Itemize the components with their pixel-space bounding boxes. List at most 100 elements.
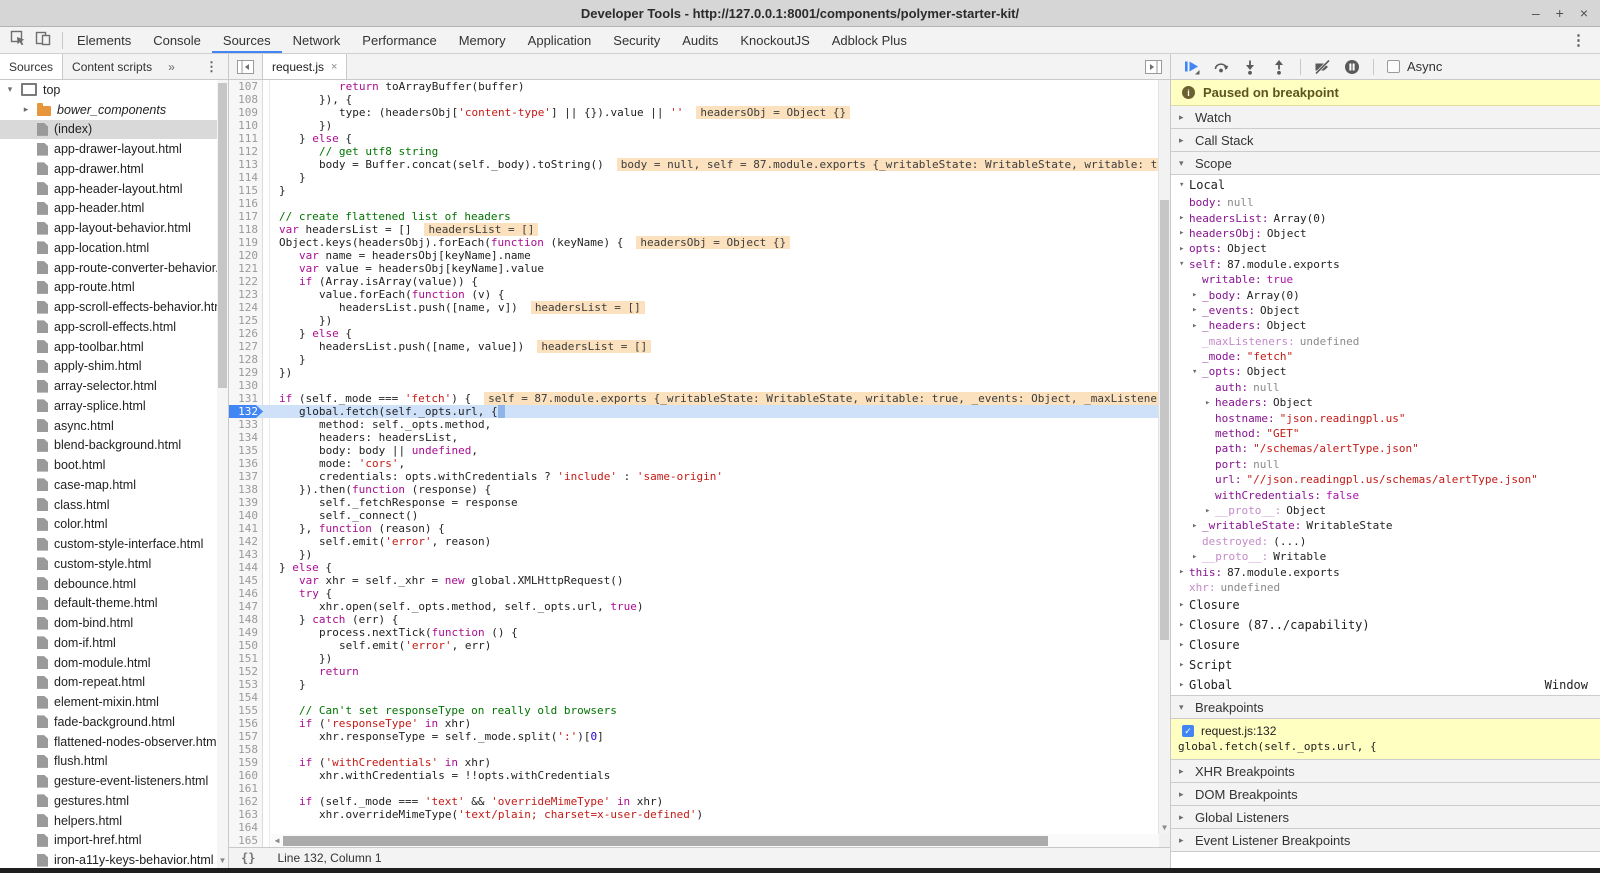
line-number[interactable]: 159 xyxy=(229,756,263,769)
line-number[interactable]: 119 xyxy=(229,236,263,249)
deactivate-breakpoints-button[interactable] xyxy=(1314,58,1331,75)
scrollbar-thumb[interactable] xyxy=(1160,200,1169,640)
panel-toggle-icon[interactable] xyxy=(1137,54,1170,79)
line-number[interactable]: 136 xyxy=(229,457,263,470)
line-number[interactable]: 127 xyxy=(229,340,263,353)
step-out-button[interactable] xyxy=(1271,59,1287,75)
scope-variable-row[interactable]: ▸ _body: Array(0) xyxy=(1171,287,1600,302)
resume-button[interactable] xyxy=(1183,58,1200,75)
tab-security[interactable]: Security xyxy=(602,27,671,53)
line-number[interactable]: 125 xyxy=(229,314,263,327)
breakpoint-checkbox[interactable]: ✓ xyxy=(1182,725,1194,738)
collapse-triangle-icon[interactable]: ▸ xyxy=(1179,112,1188,123)
scope-variable-row[interactable]: ▾ _opts: Object xyxy=(1171,364,1600,379)
tree-item-file[interactable]: app-header.html xyxy=(0,199,228,219)
scope-group-closure-capability-[interactable]: ▸ Closure (87../capability) xyxy=(1171,615,1600,635)
tab-console[interactable]: Console xyxy=(142,27,212,53)
tree-item-file[interactable]: app-layout-behavior.html xyxy=(0,218,228,238)
line-number[interactable]: 135 xyxy=(229,444,263,457)
tree-item-file[interactable]: gestures.html xyxy=(0,791,228,811)
expand-triangle-icon[interactable]: ▸ xyxy=(1179,567,1188,577)
line-number[interactable]: 115 xyxy=(229,184,263,197)
tree-item-file[interactable]: array-selector.html xyxy=(0,376,228,396)
expand-triangle-icon[interactable]: ▸ xyxy=(1205,398,1214,408)
tree-item-file[interactable]: custom-style.html xyxy=(0,554,228,574)
tree-item-file[interactable]: gesture-event-listeners.html xyxy=(0,771,228,791)
close-button[interactable]: × xyxy=(1580,6,1588,20)
expand-triangle-icon[interactable]: ▸ xyxy=(1179,213,1188,223)
tree-item-file[interactable]: async.html xyxy=(0,416,228,436)
scrollbar-down-arrow[interactable]: ▼ xyxy=(1159,823,1170,832)
scope-variable-row[interactable]: ▸ opts: Object xyxy=(1171,241,1600,256)
line-number[interactable]: 138 xyxy=(229,483,263,496)
line-number[interactable]: 118 xyxy=(229,223,263,236)
line-number[interactable]: 155 xyxy=(229,704,263,717)
section-breakpoints[interactable]: ▾ Breakpoints xyxy=(1171,696,1600,720)
step-into-button[interactable] xyxy=(1242,59,1258,75)
scope-variable-row[interactable]: ▸ __proto__: Object xyxy=(1171,503,1600,518)
expand-triangle-icon[interactable]: ▸ xyxy=(1192,552,1201,562)
scope-variable-row[interactable]: path: "/schemas/alertType.json" xyxy=(1171,441,1600,456)
line-number[interactable]: 112 xyxy=(229,145,263,158)
tab-adblock-plus[interactable]: Adblock Plus xyxy=(821,27,918,53)
tab-audits[interactable]: Audits xyxy=(671,27,729,53)
line-number[interactable]: 133 xyxy=(229,418,263,431)
line-number[interactable]: 163 xyxy=(229,808,263,821)
collapse-triangle-icon[interactable]: ▸ xyxy=(1179,789,1188,800)
line-number[interactable]: 143 xyxy=(229,548,263,561)
expand-triangle-icon[interactable]: ▸ xyxy=(1179,244,1188,254)
tree-item-file[interactable]: app-route-converter-behavior.html xyxy=(0,258,228,278)
scope-variable-row[interactable]: auth: null xyxy=(1171,380,1600,395)
section-dom-breakpoints[interactable]: ▸ DOM Breakpoints xyxy=(1171,783,1600,807)
tree-item-file[interactable]: class.html xyxy=(0,495,228,515)
tree-item-file[interactable]: boot.html xyxy=(0,455,228,475)
scope-variable-row[interactable]: ▸ __proto__: Writable xyxy=(1171,549,1600,564)
tree-item-file[interactable]: color.html xyxy=(0,515,228,535)
async-checkbox[interactable] xyxy=(1387,60,1400,73)
breakpoint-location[interactable]: request.js:132 xyxy=(1201,724,1276,738)
tree-item-file[interactable]: element-mixin.html xyxy=(0,692,228,712)
navigator-toggle-icon[interactable] xyxy=(229,54,262,79)
expand-triangle-icon[interactable]: ▸ xyxy=(1179,228,1188,238)
line-number[interactable]: 111 xyxy=(229,132,263,145)
line-number[interactable]: 153 xyxy=(229,678,263,691)
tree-item-file[interactable]: flattened-nodes-observer.html xyxy=(0,732,228,752)
expand-triangle-icon[interactable]: ▸ xyxy=(1192,305,1201,315)
tab-network[interactable]: Network xyxy=(282,27,352,53)
line-number[interactable]: 108 xyxy=(229,93,263,106)
sidebar-tab-sources[interactable]: Sources xyxy=(0,54,64,79)
line-number[interactable]: 134 xyxy=(229,431,263,444)
line-number[interactable]: 122 xyxy=(229,275,263,288)
line-number[interactable]: 139 xyxy=(229,496,263,509)
line-number[interactable]: 121 xyxy=(229,262,263,275)
line-number[interactable]: 160 xyxy=(229,769,263,782)
tree-item-file[interactable]: import-href.html xyxy=(0,831,228,851)
line-number[interactable]: 147 xyxy=(229,600,263,613)
section-watch[interactable]: ▸ Watch xyxy=(1171,106,1600,129)
tree-item-file[interactable]: app-route.html xyxy=(0,278,228,298)
code-editor[interactable]: 107 return toArrayBuffer(buffer) 108}), {1… xyxy=(229,80,1170,847)
editor-horizontal-scrollbar[interactable]: ◀ xyxy=(271,834,1159,847)
expand-triangle-icon[interactable]: ▸ xyxy=(1192,290,1201,300)
collapse-triangle-icon[interactable]: ▾ xyxy=(1179,158,1188,169)
tree-item-file[interactable]: app-toolbar.html xyxy=(0,337,228,357)
line-number[interactable]: 156 xyxy=(229,717,263,730)
minimize-button[interactable]: – xyxy=(1532,6,1540,20)
scrollbar-left-arrow[interactable]: ◀ xyxy=(271,836,283,845)
expand-triangle-icon[interactable]: ▸ xyxy=(1192,521,1201,531)
scope-variable-row[interactable]: destroyed: (...) xyxy=(1171,534,1600,549)
scope-variable-row[interactable]: withCredentials: false xyxy=(1171,487,1600,502)
collapse-triangle-icon[interactable]: ▾ xyxy=(1179,702,1188,713)
tree-item-file[interactable]: dom-module.html xyxy=(0,653,228,673)
scope-variable-row[interactable]: ▸ headers: Object xyxy=(1171,395,1600,410)
tab-knockoutjs[interactable]: KnockoutJS xyxy=(729,27,820,53)
expand-triangle-icon[interactable]: ▾ xyxy=(1192,367,1201,377)
line-number[interactable]: 120 xyxy=(229,249,263,262)
line-number[interactable]: 129 xyxy=(229,366,263,379)
collapse-triangle-icon[interactable]: ▸ xyxy=(1179,766,1188,777)
file-tab-request-js[interactable]: request.js × xyxy=(262,54,348,79)
line-number[interactable]: 144 xyxy=(229,561,263,574)
collapse-triangle-icon[interactable]: ▸ xyxy=(1179,660,1188,670)
step-over-button[interactable] xyxy=(1213,59,1229,75)
scope-variable-row[interactable]: ▸ _writableState: WritableState xyxy=(1171,518,1600,533)
